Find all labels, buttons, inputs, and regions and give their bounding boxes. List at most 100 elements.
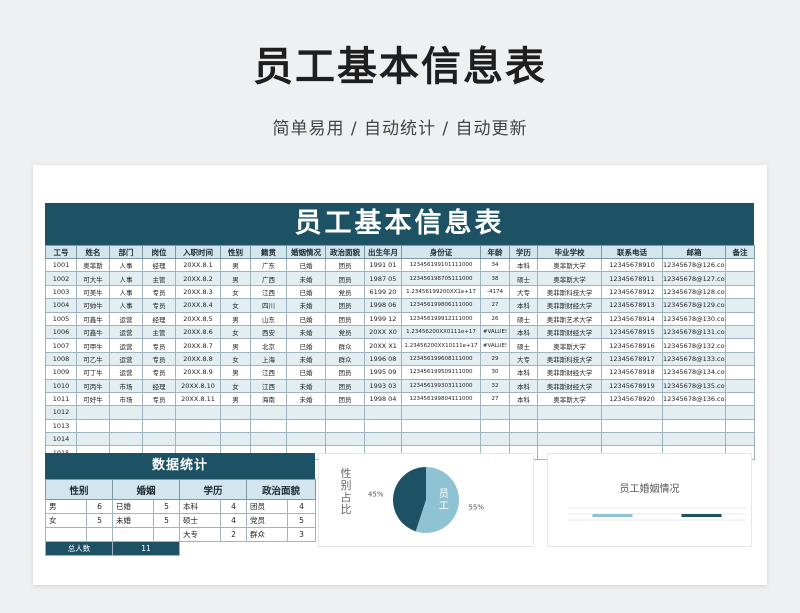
table-cell[interactable] — [175, 432, 221, 447]
table-cell[interactable] — [76, 432, 110, 447]
table-cell[interactable]: 20XX.8.6 — [175, 324, 221, 340]
table-cell[interactable]: 奥菲斯财经大学 — [537, 378, 602, 393]
table-cell[interactable]: #VALUE! — [480, 324, 510, 340]
table-cell[interactable]: 12345678@132.com — [662, 338, 726, 353]
table-cell[interactable] — [401, 432, 481, 447]
table-cell[interactable]: 硕士 — [509, 271, 538, 286]
table-cell[interactable]: 奥菲斯大学 — [537, 338, 602, 353]
table-cell[interactable]: 20XX X0 — [364, 324, 402, 340]
table-cell[interactable]: 团员 — [325, 378, 365, 393]
table-cell[interactable]: #VALUE! — [480, 338, 510, 353]
table-cell[interactable]: 群众 — [325, 338, 365, 353]
table-cell[interactable]: 1001 — [45, 257, 77, 273]
table-cell[interactable]: 已婚 — [286, 284, 326, 300]
table-cell[interactable]: 已婚 — [286, 365, 326, 380]
table-cell[interactable]: 党员 — [325, 284, 365, 300]
table-cell[interactable]: 32 — [480, 378, 510, 393]
table-cell[interactable]: 12345678@126.com — [662, 257, 726, 273]
table-cell[interactable]: 未婚 — [286, 271, 326, 286]
table-cell[interactable]: 123456198705111000 — [401, 271, 481, 286]
table-cell[interactable]: 男 — [220, 311, 251, 326]
table-cell[interactable] — [480, 418, 510, 434]
table-cell[interactable]: -4174 — [480, 284, 510, 300]
table-cell[interactable]: 主管 — [142, 324, 176, 340]
table-cell[interactable]: 123456199804111000 — [401, 391, 481, 407]
table-cell[interactable]: 未婚 — [286, 324, 326, 340]
table-cell[interactable] — [725, 298, 755, 313]
table-cell[interactable]: 1012 — [45, 405, 77, 420]
table-cell[interactable]: 38 — [480, 271, 510, 286]
table-cell[interactable]: 12345678@127.com — [662, 271, 726, 286]
table-cell[interactable]: 女 — [220, 324, 251, 340]
table-cell[interactable]: 未婚 — [286, 351, 326, 367]
table-cell[interactable] — [325, 432, 365, 447]
table-cell[interactable]: 奥菲斯财经大学 — [537, 365, 602, 380]
table-cell[interactable]: 12345678@135.com — [662, 378, 726, 393]
table-cell[interactable]: 市场 — [109, 391, 143, 407]
table-cell[interactable]: 海南 — [250, 391, 287, 407]
table-cell[interactable]: 经理 — [142, 257, 176, 273]
table-cell[interactable]: 可丁牛 — [76, 365, 110, 380]
table-cell[interactable]: 1002 — [45, 271, 77, 286]
table-cell[interactable] — [109, 432, 143, 447]
table-cell[interactable]: 人事 — [109, 257, 143, 273]
table-cell[interactable] — [401, 405, 481, 420]
table-cell[interactable]: 广西 — [250, 271, 287, 286]
table-cell[interactable]: 人事 — [109, 284, 143, 300]
table-cell[interactable]: 12345678920 — [601, 391, 663, 407]
table-cell[interactable] — [286, 405, 326, 420]
table-cell[interactable]: 20XX.8.9 — [175, 365, 221, 380]
table-cell[interactable]: 男 — [220, 391, 251, 407]
table-cell[interactable]: 20XX.8.10 — [175, 378, 221, 393]
table-cell[interactable]: 市场 — [109, 378, 143, 393]
table-cell[interactable] — [142, 405, 176, 420]
table-cell[interactable]: 本科 — [509, 257, 538, 273]
table-cell[interactable]: 123456199101111000 — [401, 257, 481, 273]
table-cell[interactable]: 人事 — [109, 298, 143, 313]
table-cell[interactable]: 1011 — [45, 391, 77, 407]
table-cell[interactable]: 12345678@131.com — [662, 324, 726, 340]
table-cell[interactable]: 已婚 — [286, 338, 326, 353]
table-cell[interactable]: 12345678912 — [601, 284, 663, 300]
table-cell[interactable]: 专员 — [142, 338, 176, 353]
table-cell[interactable]: 本科 — [509, 391, 538, 407]
table-cell[interactable]: 奥菲斯大学 — [537, 257, 602, 273]
table-cell[interactable] — [286, 418, 326, 434]
table-cell[interactable]: 1996 08 — [364, 351, 402, 367]
table-cell[interactable] — [662, 405, 726, 420]
table-cell[interactable] — [725, 257, 755, 273]
table-cell[interactable]: 专员 — [142, 298, 176, 313]
table-cell[interactable] — [480, 432, 510, 447]
table-cell[interactable]: 12345678917 — [601, 351, 663, 367]
table-cell[interactable]: 1004 — [45, 298, 77, 313]
table-cell[interactable] — [250, 405, 287, 420]
table-cell[interactable]: 专员 — [142, 284, 176, 300]
table-cell[interactable]: 123456199608111000 — [401, 351, 481, 367]
table-cell[interactable]: 党员 — [325, 324, 365, 340]
table-cell[interactable]: 20XX.8.11 — [175, 391, 221, 407]
table-cell[interactable] — [725, 378, 755, 393]
table-cell[interactable] — [76, 405, 110, 420]
table-cell[interactable]: 专员 — [142, 365, 176, 380]
table-cell[interactable]: 1987 05 — [364, 271, 402, 286]
table-cell[interactable]: 12345678919 — [601, 378, 663, 393]
table-cell[interactable]: 江西 — [250, 365, 287, 380]
table-cell[interactable]: 30 — [480, 365, 510, 380]
table-cell[interactable]: 29 — [480, 351, 510, 367]
table-cell[interactable]: 本科 — [509, 378, 538, 393]
table-cell[interactable]: 123456199509111000 — [401, 365, 481, 380]
table-cell[interactable]: 可大牛 — [76, 271, 110, 286]
table-cell[interactable]: 团员 — [325, 298, 365, 313]
table-cell[interactable]: 江西 — [250, 284, 287, 300]
table-cell[interactable]: 运营 — [109, 324, 143, 340]
table-cell[interactable]: 12345678910 — [601, 257, 663, 273]
table-cell[interactable]: 专员 — [142, 351, 176, 367]
table-cell[interactable]: 奥菲斯大学 — [537, 271, 602, 286]
table-cell[interactable] — [662, 432, 726, 447]
table-cell[interactable]: 运营 — [109, 338, 143, 353]
table-cell[interactable] — [250, 432, 287, 447]
table-cell[interactable]: 1991 01 — [364, 257, 402, 273]
table-cell[interactable]: 1995 09 — [364, 365, 402, 380]
table-cell[interactable] — [601, 432, 663, 447]
table-cell[interactable]: 未婚 — [286, 391, 326, 407]
